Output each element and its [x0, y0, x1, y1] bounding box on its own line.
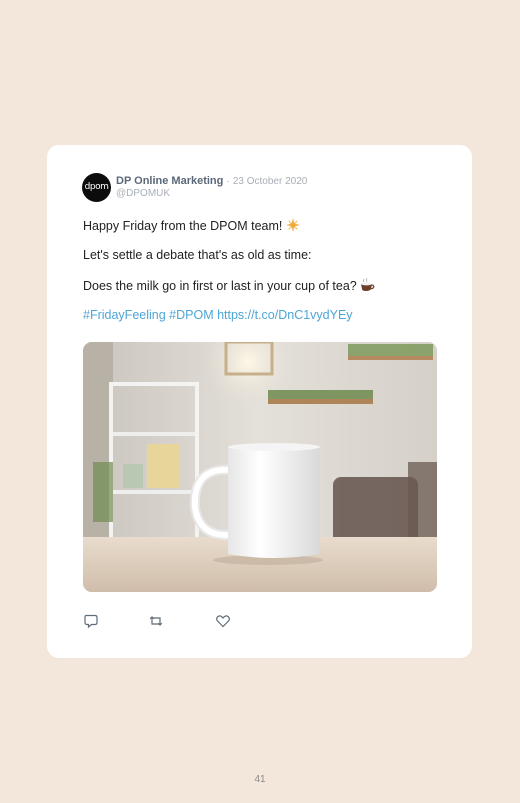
- tweet-line-1-text: Happy Friday from the DPOM team!: [83, 219, 283, 233]
- tweet-hashtags-link[interactable]: #FridayFeeling #DPOM https://t.co/DnC1vy…: [83, 308, 438, 322]
- avatar[interactable]: dpom: [82, 172, 111, 202]
- author-name[interactable]: DP Online Marketing: [116, 175, 223, 187]
- separator: ·: [226, 175, 230, 187]
- mug-photo-illustration: [83, 342, 437, 592]
- author-line: DP Online Marketing · 23 October 2020: [116, 175, 307, 188]
- reply-icon[interactable]: [83, 613, 99, 629]
- tweet-date[interactable]: 23 October 2020: [233, 176, 308, 187]
- tea-cup-emoji-icon: [360, 277, 375, 295]
- tweet-line-3-text: Does the milk go in first or last in you…: [83, 279, 357, 293]
- page-number: 41: [254, 774, 266, 785]
- retweet-icon[interactable]: [149, 613, 165, 629]
- heart-icon[interactable]: [215, 613, 231, 629]
- tweet-text-line-1: Happy Friday from the DPOM team!: [83, 218, 438, 235]
- tweet-actions: [83, 613, 231, 629]
- tweet-photo[interactable]: [83, 342, 437, 592]
- sun-emoji-icon: [285, 218, 300, 235]
- tweet-text-line-3: Does the milk go in first or last in you…: [83, 277, 438, 295]
- author-handle[interactable]: @DPOMUK: [116, 188, 307, 200]
- author-info: DP Online Marketing · 23 October 2020 @D…: [116, 175, 307, 200]
- tweet-header: dpom DP Online Marketing · 23 October 20…: [82, 172, 307, 202]
- tweet-card: dpom DP Online Marketing · 23 October 20…: [47, 145, 472, 658]
- tweet-text-line-2: Let's settle a debate that's as old as t…: [83, 248, 312, 262]
